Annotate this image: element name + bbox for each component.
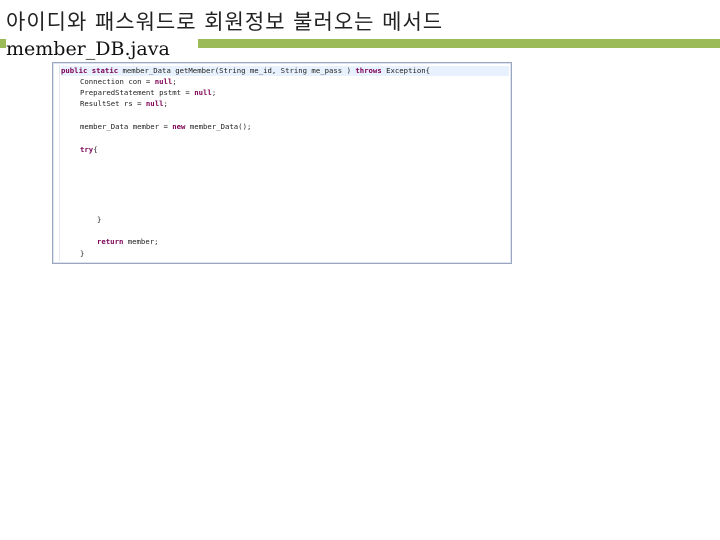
- code-line: try{: [80, 145, 98, 154]
- code-line: return member;: [97, 237, 159, 246]
- code-line: member_Data member = new member_Data();: [80, 122, 252, 131]
- code-line: ResultSet rs = null;: [80, 99, 168, 108]
- editor-gutter: [54, 65, 60, 261]
- slide-title: 아이디와 패스워드로 회원정보 불러오는 메서드: [6, 10, 444, 34]
- code-screenshot: public static member_Data getMember(Stri…: [52, 62, 512, 264]
- code-line: }: [80, 249, 85, 258]
- slide-subtitle: member_DB.java: [6, 38, 173, 60]
- code-line: }: [97, 215, 102, 224]
- code-line: Connection con = null;: [80, 77, 177, 86]
- code-line: PreparedStatement pstmt = null;: [80, 88, 217, 97]
- title-rule-right: [198, 39, 720, 48]
- code-line: public static member_Data getMember(Stri…: [61, 66, 509, 76]
